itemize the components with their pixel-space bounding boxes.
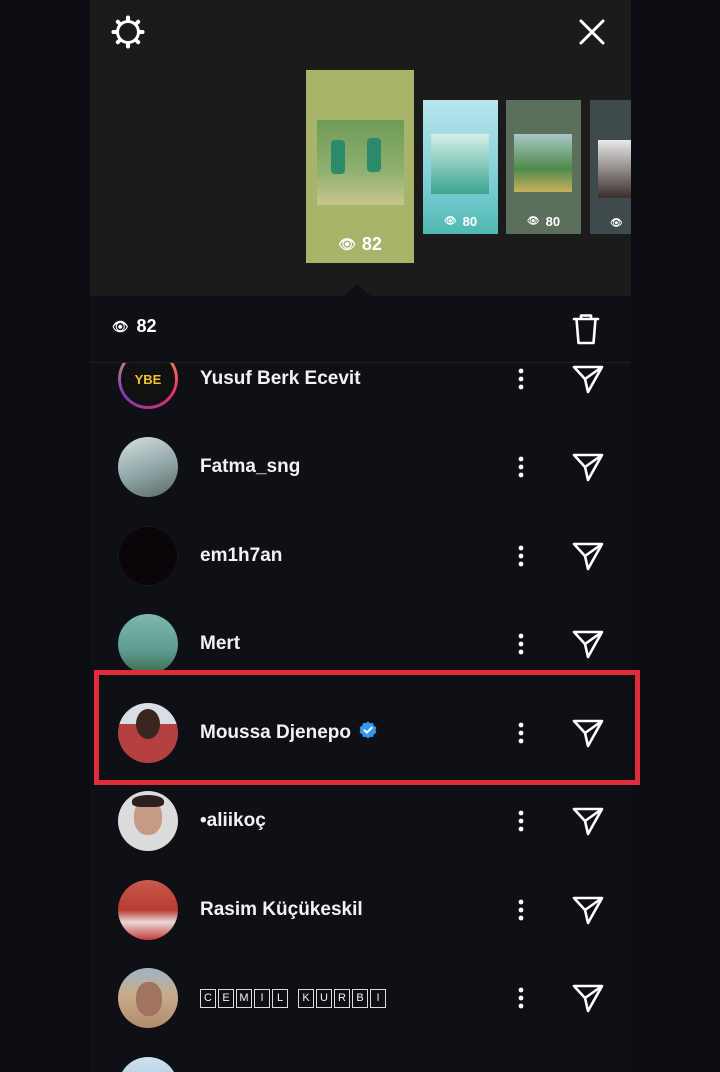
send-icon[interactable] — [568, 624, 608, 664]
list-item[interactable]: em1h7an — [90, 512, 631, 600]
send-icon[interactable] — [568, 447, 608, 487]
eye-icon: 👁 — [443, 216, 457, 227]
avatar[interactable] — [118, 1057, 178, 1072]
boxed-letter: I — [370, 988, 386, 1008]
more-options-icon[interactable] — [506, 447, 536, 487]
viewer-name[interactable]: em1h7an — [200, 512, 282, 600]
viewer-name[interactable]: •aliikoç — [200, 777, 266, 865]
avatar[interactable] — [118, 526, 178, 586]
boxed-letter: U — [316, 988, 332, 1008]
gear-icon[interactable] — [108, 12, 148, 52]
story-thumbnail[interactable]: 👁 — [590, 100, 631, 234]
boxed-letter: E — [218, 988, 234, 1008]
boxed-letter: K — [298, 988, 314, 1008]
eye-icon: 👁 — [526, 216, 540, 227]
list-item[interactable] — [90, 1043, 631, 1072]
viewer-name-text: Yusuf Berk Ecevit — [200, 368, 361, 389]
boxed-letter: M — [236, 988, 252, 1008]
eye-icon: 👁 — [338, 236, 356, 252]
more-options-icon[interactable] — [506, 801, 536, 841]
boxed-letter: I — [254, 988, 270, 1008]
story-view-count: 82 — [361, 234, 382, 254]
send-icon[interactable] — [568, 536, 608, 576]
selected-story-pointer — [343, 284, 371, 296]
story-thumbnail[interactable]: 👁 80 — [506, 100, 581, 234]
send-icon[interactable] — [568, 978, 608, 1018]
viewer-count: 82 — [136, 316, 157, 336]
more-options-icon[interactable] — [506, 978, 536, 1018]
boxed-letter: C — [200, 988, 216, 1008]
more-options-icon[interactable] — [506, 890, 536, 930]
viewer-name[interactable]: C E M I L K U R B I — [200, 954, 386, 1042]
avatar-badge: YBE — [134, 371, 162, 387]
avatar[interactable] — [118, 880, 178, 940]
trash-icon[interactable] — [566, 309, 606, 349]
boxed-letter: B — [352, 988, 368, 1008]
story-photo — [431, 134, 489, 194]
story-photo — [317, 120, 404, 205]
send-icon[interactable] — [568, 801, 608, 841]
more-options-icon[interactable] — [506, 359, 536, 399]
list-item[interactable]: C E M I L K U R B I — [90, 954, 631, 1042]
avatar[interactable] — [118, 968, 178, 1028]
boxed-letter: R — [334, 988, 350, 1008]
list-item[interactable]: Fatma_sng — [90, 423, 631, 511]
boxed-letter: L — [272, 988, 288, 1008]
story-thumbnail-selected[interactable]: 👁 82 — [306, 70, 414, 263]
story-photo — [598, 140, 631, 198]
viewer-name[interactable]: Fatma_sng — [200, 423, 300, 511]
viewer-name-text: em1h7an — [200, 545, 283, 566]
highlight-box — [94, 670, 640, 785]
more-options-icon[interactable] — [506, 624, 536, 664]
story-strip: 👁 82 👁 80 👁 80 👁 — [90, 0, 631, 296]
viewer-name-text: Mert — [200, 633, 241, 654]
story-view-count: 80 — [462, 214, 478, 229]
send-icon[interactable] — [568, 890, 608, 930]
viewers-header-bg: 👁 82 — [90, 296, 631, 363]
avatar[interactable] — [118, 437, 178, 497]
eye-icon: 👁 — [112, 318, 129, 334]
viewer-name-text: •aliikoç — [200, 810, 266, 831]
story-views: 👁 — [590, 218, 631, 229]
story-views: 👁 80 — [506, 214, 581, 229]
list-item[interactable]: •aliikoç — [90, 777, 631, 865]
avatar[interactable] — [118, 791, 178, 851]
avatar[interactable] — [118, 614, 178, 674]
story-views: 👁 80 — [423, 214, 498, 229]
story-photo — [514, 134, 572, 192]
viewer-name-text: Fatma_sng — [200, 456, 301, 477]
story-views: 👁 82 — [306, 234, 414, 255]
close-icon[interactable] — [572, 12, 612, 52]
story-view-count: 80 — [545, 214, 561, 229]
viewer-name-boxed: C E M I L K U R B I — [200, 988, 386, 1008]
viewer-name[interactable]: Rasim Küçükeskil — [200, 866, 363, 954]
story-thumbnail[interactable]: 👁 80 — [423, 100, 498, 234]
viewer-name-text: Rasim Küçükeskil — [200, 899, 363, 920]
list-item[interactable]: Rasim Küçükeskil — [90, 866, 631, 954]
send-icon[interactable] — [568, 359, 608, 399]
eye-icon: 👁 — [610, 218, 623, 229]
more-options-icon[interactable] — [506, 536, 536, 576]
